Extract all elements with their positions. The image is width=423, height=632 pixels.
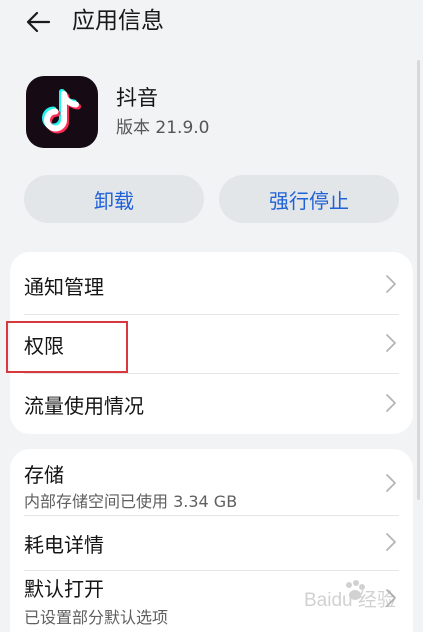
row-label: 权限 bbox=[24, 334, 64, 358]
row-label: 通知管理 bbox=[24, 275, 104, 299]
app-bar: 应用信息 bbox=[0, 0, 423, 44]
chevron-right-icon bbox=[386, 334, 396, 352]
storage-item[interactable]: 存储 内部存储空间已使用 3.34 GB bbox=[10, 449, 413, 515]
row-label: 耗电详情 bbox=[24, 533, 104, 557]
paw-icon bbox=[346, 580, 365, 600]
baidu-jingyan-watermark: Baidu 经验 bbox=[304, 579, 416, 619]
data-usage-item[interactable]: 流量使用情况 bbox=[10, 374, 413, 434]
row-label: 流量使用情况 bbox=[24, 394, 144, 418]
scrollbar[interactable] bbox=[417, 60, 420, 500]
force-stop-button[interactable]: 强行停止 bbox=[219, 175, 399, 223]
uninstall-button[interactable]: 卸载 bbox=[24, 175, 204, 223]
permissions-item[interactable]: 权限 bbox=[10, 315, 413, 373]
row-subtitle: 已设置部分默认选项 bbox=[24, 608, 169, 627]
row-label: 默认打开 bbox=[24, 577, 104, 601]
app-name: 抖音 bbox=[116, 86, 158, 110]
row-subtitle: 内部存储空间已使用 3.34 GB bbox=[24, 492, 238, 511]
app-info-screen: 应用信息 抖音 版本 21.9.0 卸载 强行停止 通知管理 权限 流量使用情况… bbox=[0, 0, 423, 632]
page-title: 应用信息 bbox=[72, 8, 164, 34]
notification-management-item[interactable]: 通知管理 bbox=[10, 252, 413, 314]
app-version: 版本 21.9.0 bbox=[116, 118, 210, 138]
settings-group-1: 通知管理 权限 流量使用情况 bbox=[10, 252, 413, 434]
chevron-right-icon bbox=[386, 474, 396, 492]
row-label: 存储 bbox=[24, 463, 64, 487]
chevron-right-icon bbox=[386, 533, 396, 551]
chevron-right-icon bbox=[386, 275, 396, 293]
chevron-right-icon bbox=[386, 394, 396, 412]
tiktok-logo-icon bbox=[26, 76, 98, 148]
arrow-left-icon[interactable] bbox=[24, 8, 52, 36]
battery-usage-item[interactable]: 耗电详情 bbox=[10, 516, 413, 570]
